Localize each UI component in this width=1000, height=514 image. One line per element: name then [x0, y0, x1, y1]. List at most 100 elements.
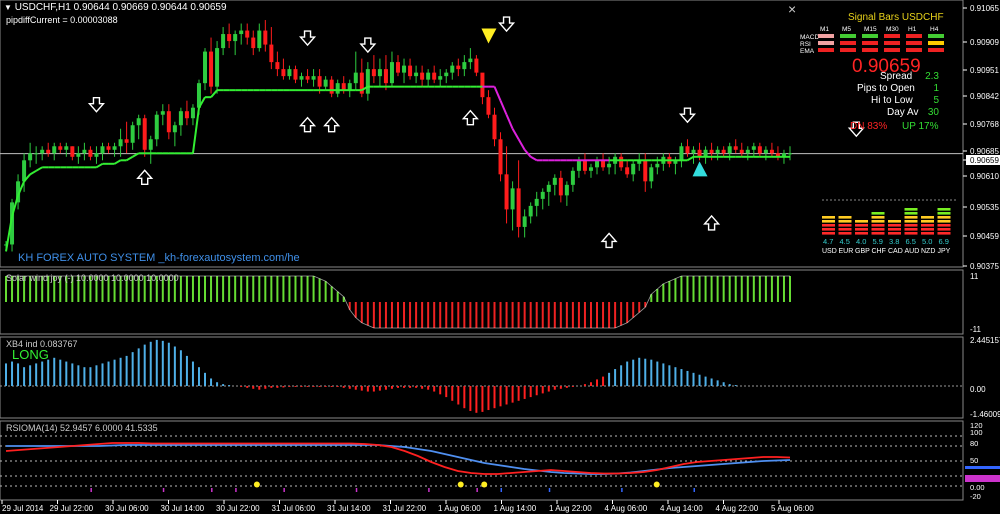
strength-value: 3.8	[889, 237, 899, 246]
signal-cell	[840, 48, 856, 52]
strength-segment	[937, 232, 951, 235]
candle-body	[82, 149, 87, 154]
candle-body	[124, 139, 129, 143]
rsioma-scale-label: -20	[970, 492, 981, 501]
symbol-ohlc-label: USDCHF,H1 0.90644 0.90669 0.90644 0.9065…	[14, 2, 227, 13]
time-axis-label: 1 Aug 14:00	[494, 504, 537, 513]
rsioma-tick-mark	[428, 488, 430, 492]
candle-body	[564, 184, 569, 196]
candle-body	[142, 118, 147, 150]
timeframe-label: M5	[842, 26, 851, 33]
candle-body	[643, 160, 648, 182]
candle-body	[28, 153, 33, 161]
candle-body	[305, 76, 310, 80]
candle-body	[709, 149, 714, 154]
signal-cell	[884, 48, 900, 52]
rsioma-panel-label: RSIOMA(14) 52.9457 6.0000 41.5335	[6, 423, 158, 433]
candle-body	[528, 205, 533, 217]
candle-body	[486, 97, 491, 115]
stat-day-average: Day Av 30	[887, 107, 939, 118]
close-icon[interactable]: ×	[788, 1, 796, 17]
signal-cell	[928, 41, 944, 45]
dropdown-triangle-icon[interactable]: ▼	[4, 3, 12, 12]
candle-body	[751, 146, 756, 150]
strength-segment	[904, 228, 918, 231]
time-axis-label: 4 Aug 14:00	[660, 504, 703, 513]
candle-body	[178, 111, 183, 126]
rsioma-signal-dot	[253, 481, 260, 488]
candle-body	[739, 149, 744, 154]
candle-body	[715, 149, 720, 154]
candle-body	[601, 160, 606, 168]
candle-body	[703, 149, 708, 157]
candle-body	[546, 184, 551, 192]
candle-body	[118, 139, 123, 147]
candle-body	[510, 188, 515, 210]
rsioma-tick-mark	[355, 488, 358, 492]
price-axis-label: 0.90768	[970, 120, 999, 129]
strength-segment	[855, 224, 868, 227]
rsioma-tick-mark	[500, 488, 503, 492]
candle-body	[215, 48, 220, 87]
strength-segment	[937, 208, 951, 211]
candle-body	[88, 149, 93, 157]
candle-body	[329, 79, 334, 94]
candle-body	[721, 149, 726, 154]
signal-cell	[906, 48, 922, 52]
candle-body	[371, 69, 376, 77]
candle-body	[462, 62, 467, 70]
candle-body	[347, 83, 352, 91]
candle-body	[691, 149, 696, 154]
currency-label: USD	[822, 248, 837, 255]
candle-body	[353, 72, 358, 84]
rsioma-tick-mark	[476, 488, 478, 492]
rsioma-signal-dot	[481, 481, 488, 488]
candle-body	[558, 177, 563, 196]
candle-body	[251, 37, 256, 49]
signal-cell	[928, 34, 944, 38]
strength-segment	[871, 216, 885, 219]
strength-segment	[822, 216, 835, 219]
time-axis-label: 29 Jul 2014	[2, 504, 44, 513]
candle-body	[172, 125, 177, 133]
price-axis-label: 0.90375	[970, 262, 999, 271]
candle-body	[444, 72, 449, 77]
candle-body	[408, 65, 413, 77]
candle-body	[148, 139, 153, 150]
signal-cell	[862, 34, 878, 38]
candle-body	[136, 118, 141, 126]
strength-segment	[904, 224, 918, 227]
candle-body	[190, 107, 195, 119]
candle-body	[769, 149, 774, 154]
watermark-text: KH FOREX AUTO SYSTEM _kh-forexautosystem…	[18, 252, 300, 264]
signal-cell	[840, 41, 856, 45]
strength-segment	[937, 224, 951, 227]
solar-scale-label: 11	[970, 272, 979, 281]
candle-body	[480, 72, 485, 98]
candle-body	[570, 170, 575, 185]
rsioma-tick-mark	[211, 488, 213, 492]
candle-body	[64, 146, 69, 150]
xb4-scale-label: 0.00	[970, 385, 986, 394]
time-axis-label: 31 Jul 22:00	[383, 504, 427, 513]
time-axis-label: 4 Aug 06:00	[605, 504, 648, 513]
trading-chart-window: 0.91065 0.90909 0.90951 0.90842 0.90768 0.906…	[0, 0, 1000, 514]
rsioma-blue-marker	[965, 466, 1000, 469]
candle-body	[582, 160, 587, 171]
strength-segment	[888, 220, 901, 223]
rsioma-signal-dot	[457, 481, 464, 488]
candle-body	[106, 146, 111, 150]
candle-body	[221, 34, 226, 49]
strength-segment	[855, 220, 868, 223]
long-signal-label: LONG	[12, 347, 49, 362]
strength-segment	[921, 228, 934, 231]
strength-segment	[937, 212, 951, 215]
signal-cell	[928, 48, 944, 52]
rsioma-tick-mark	[90, 488, 92, 492]
signal-cell	[862, 48, 878, 52]
rsioma-tick-mark	[548, 488, 551, 492]
rsioma-tick-mark	[693, 488, 696, 492]
rsioma-tick-mark	[162, 488, 165, 492]
candle-body	[166, 111, 171, 133]
candle-body	[263, 30, 268, 45]
